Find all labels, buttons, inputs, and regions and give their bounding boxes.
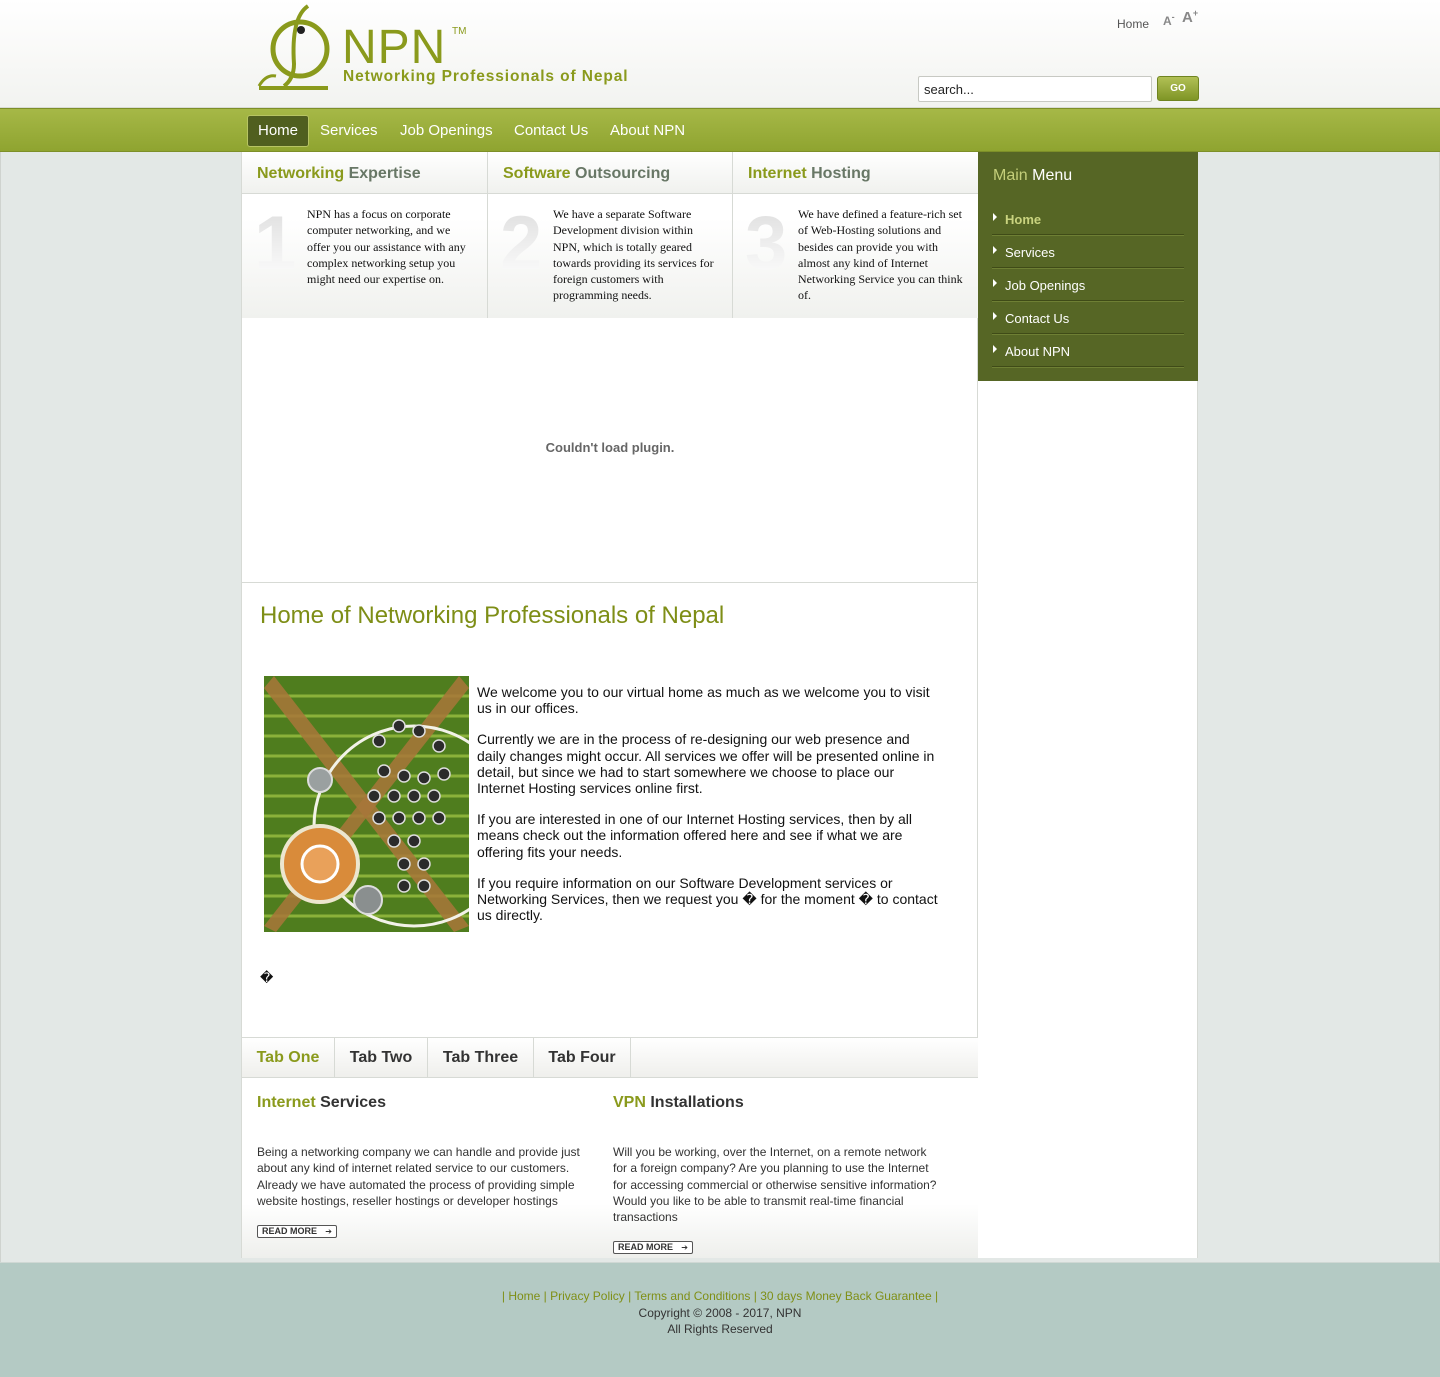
feature-hosting: Internet Hosting 3 We have defined a fea… (732, 152, 978, 318)
feature-networking: Networking Expertise 1 NPN has a focus o… (242, 152, 487, 318)
sidebar-item-label: Home (1005, 212, 1042, 227)
top-nav: Home Services Job Openings Contact Us Ab… (0, 108, 1440, 152)
feature-title-rest: Expertise (348, 165, 421, 182)
feature-text: NPN has a focus on corporate computer ne… (307, 207, 466, 287)
sidebar-item-label: Job Openings (1005, 278, 1086, 293)
logo-name: NPN (342, 21, 447, 74)
nav-item-home[interactable]: Home (247, 115, 310, 147)
stray-character: � (260, 970, 274, 985)
tab-four[interactable]: Tab Four (534, 1038, 631, 1078)
menu-title-highlight: Main (993, 167, 1028, 184)
tab-panel: Internet Services Being a networking com… (242, 1078, 978, 1258)
circuit-hand-image (264, 676, 469, 932)
font-smaller-button[interactable]: A- (1163, 12, 1175, 28)
column-text: Being a networking company we can handle… (257, 1145, 580, 1208)
search-input[interactable] (918, 76, 1152, 102)
plugin-placeholder[interactable]: Couldn't load plugin. (242, 319, 978, 583)
read-more-button[interactable]: READ MORE ➔ (613, 1241, 693, 1254)
feature-title-rest: Outsourcing (575, 165, 671, 182)
read-more-button[interactable]: READ MORE ➔ (257, 1225, 337, 1238)
feature-title: Internet Hosting (733, 152, 978, 194)
arrow-right-icon (993, 213, 997, 221)
tab-one[interactable]: Tab One (242, 1038, 335, 1078)
menu-title: Main Menu (993, 167, 1072, 185)
article-body: We welcome you to our virtual home as mu… (477, 684, 939, 938)
article-paragraph: If you are interested in one of our Inte… (477, 811, 913, 860)
font-larger-button[interactable]: A+ (1182, 8, 1198, 26)
read-more-label: READ MORE (618, 1242, 674, 1252)
article-paragraph: If you require information on our Softwa… (477, 874, 938, 924)
arrow-right-icon: ➔ (681, 1243, 688, 1252)
footer-copyright: Copyright © 2008 - 2017, NPN (638, 1306, 802, 1320)
arrow-right-icon (993, 279, 997, 287)
tab-column-internet: Internet Services Being a networking com… (257, 1078, 587, 1248)
sidebar-item-services[interactable]: Services (992, 235, 1184, 268)
feature-title-highlight: Internet (748, 165, 807, 182)
feature-title: Software Outsourcing (488, 152, 732, 194)
font-smaller-sign: - (1171, 12, 1175, 22)
feature-title-rest: Hosting (811, 165, 871, 182)
menu-title-rest: Menu (1032, 167, 1073, 184)
main-content: Networking Expertise 1 NPN has a focus o… (241, 152, 978, 1258)
article-paragraph: We welcome you to our virtual home as mu… (477, 684, 930, 717)
tab-bar: Tab One Tab Two Tab Three Tab Four (242, 1037, 978, 1078)
sidebar-item-label: About NPN (1005, 344, 1071, 359)
tab-column-vpn: VPN Installations Will you be working, o… (613, 1078, 943, 1258)
sidebar-item-home[interactable]: Home (992, 202, 1184, 235)
logo-mark-icon (257, 4, 330, 90)
tab-three[interactable]: Tab Three (428, 1038, 534, 1078)
arrow-right-icon (993, 246, 997, 254)
footer-rights: All Rights Reserved (667, 1322, 773, 1336)
nav-item-job-openings[interactable]: Job Openings (390, 115, 503, 147)
font-larger-sign: + (1192, 8, 1199, 18)
article-paragraph: Currently we are in the process of re-de… (477, 731, 935, 797)
top-home-link[interactable]: Home (1117, 17, 1149, 31)
main-menu: Main Menu Home Services Job Openings Con… (978, 152, 1198, 381)
column-title-rest: Services (320, 1094, 386, 1111)
nav-item-contact-us[interactable]: Contact Us (504, 115, 598, 147)
article-title: Home of Networking Professionals of Nepa… (260, 602, 725, 629)
plugin-error-message: Couldn't load plugin. (545, 440, 675, 455)
feature-software: Software Outsourcing 2 We have a separat… (487, 152, 732, 318)
feature-number: 2 (500, 201, 543, 286)
column-title-highlight: Internet (257, 1094, 316, 1111)
feature-number: 1 (254, 201, 297, 286)
feature-title-highlight: Software (503, 165, 571, 182)
sidebar-item-label: Services (1005, 245, 1055, 260)
font-larger-glyph: A (1182, 9, 1193, 26)
column-text: Will you be working, over the Internet, … (613, 1145, 937, 1225)
sidebar-item-label: Contact Us (1005, 311, 1070, 326)
arrow-right-icon (993, 312, 997, 320)
logo-tagline: Networking Professionals of Nepal (343, 68, 629, 85)
sidebar-item-contact-us[interactable]: Contact Us (992, 301, 1184, 334)
column-title-highlight: VPN (613, 1094, 646, 1111)
logo-trademark: TM (452, 26, 467, 37)
sidebar-item-about-npn[interactable]: About NPN (992, 334, 1184, 367)
nav-item-services[interactable]: Services (310, 115, 388, 147)
arrow-right-icon: ➔ (325, 1227, 332, 1236)
feature-title-highlight: Networking (257, 165, 345, 182)
arrow-right-icon (993, 345, 997, 353)
column-title: VPN Installations (613, 1094, 744, 1112)
sidebar-item-job-openings[interactable]: Job Openings (992, 268, 1184, 301)
search-go-button[interactable]: GO (1157, 76, 1199, 101)
font-smaller-glyph: A (1163, 14, 1172, 28)
header: NPN TM Networking Professionals of Nepal… (0, 0, 1440, 108)
tab-two[interactable]: Tab Two (335, 1038, 428, 1078)
feature-title: Networking Expertise (242, 152, 487, 194)
feature-number: 3 (745, 201, 788, 286)
column-title: Internet Services (257, 1094, 386, 1112)
footer-links[interactable]: | Home | Privacy Policy | Terms and Cond… (0, 1289, 1440, 1303)
feature-text: We have defined a feature-rich set of We… (798, 207, 963, 303)
logo[interactable]: NPN TM Networking Professionals of Nepal (256, 4, 636, 90)
footer: | Home | Privacy Policy | Terms and Cond… (0, 1262, 1440, 1377)
feature-text: We have a separate Software Development … (553, 207, 714, 303)
feature-strip: Networking Expertise 1 NPN has a focus o… (242, 152, 978, 318)
sidebar: Main Menu Home Services Job Openings Con… (978, 152, 1198, 1258)
nav-item-about-npn[interactable]: About NPN (600, 115, 695, 147)
column-title-rest: Installations (650, 1094, 744, 1111)
read-more-label: READ MORE (262, 1226, 318, 1236)
